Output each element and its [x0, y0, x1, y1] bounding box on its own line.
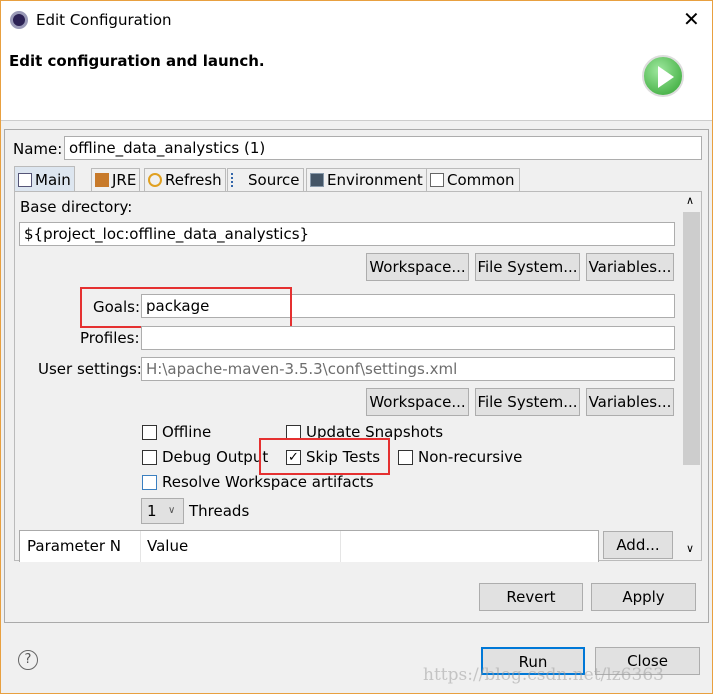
help-icon[interactable]: ? — [18, 650, 38, 670]
environment-icon — [310, 173, 324, 187]
add-parameter-button[interactable]: Add... — [603, 531, 673, 559]
source-icon — [231, 173, 245, 187]
chevron-up-icon[interactable]: ∧ — [686, 194, 694, 207]
vertical-scrollbar[interactable]: ∧ ∨ — [681, 192, 701, 560]
header-title: Edit configuration and launch. — [9, 52, 265, 70]
workspace-button-1[interactable]: Workspace... — [366, 253, 469, 281]
dialog-header: Edit configuration and launch. — [1, 39, 712, 121]
main-tab-icon — [18, 172, 32, 187]
tab-main[interactable]: Main — [14, 166, 75, 192]
profiles-input[interactable] — [141, 326, 675, 350]
variables-button-1[interactable]: Variables... — [586, 253, 674, 281]
parameters-table[interactable]: Parameter N Value — [19, 530, 599, 562]
debug-output-checkbox[interactable]: Debug Output — [142, 448, 268, 466]
threads-select[interactable]: 1 ∨ — [141, 498, 184, 524]
variables-button-2[interactable]: Variables... — [586, 388, 674, 416]
chevron-down-icon[interactable]: ∨ — [686, 542, 694, 555]
window-title: Edit Configuration — [36, 11, 172, 29]
offline-checkbox[interactable]: Offline — [142, 423, 211, 441]
title-bar: Edit Configuration ✕ — [1, 1, 712, 39]
non-recursive-checkbox[interactable]: Non-recursive — [398, 448, 522, 466]
user-settings-input[interactable]: H:\apache-maven-3.5.3\conf\settings.xml — [141, 357, 675, 381]
name-input[interactable]: offline_data_analystics (1) — [64, 136, 702, 160]
revert-button[interactable]: Revert — [479, 583, 583, 611]
file-system-button-1[interactable]: File System... — [475, 253, 580, 281]
name-label: Name: — [13, 140, 63, 158]
tab-refresh[interactable]: Refresh — [144, 168, 226, 191]
chevron-down-icon: ∨ — [168, 505, 176, 516]
watermark: https://blog.csdn.net/lz6363 — [423, 665, 664, 685]
file-system-button-2[interactable]: File System... — [475, 388, 580, 416]
goals-highlight — [80, 287, 292, 328]
common-icon — [430, 173, 444, 187]
run-icon — [642, 55, 684, 97]
base-directory-label: Base directory: — [20, 198, 133, 216]
profiles-label: Profiles: — [80, 329, 140, 347]
tab-environment[interactable]: Environment — [306, 168, 427, 191]
scrollbar-thumb[interactable] — [683, 212, 700, 465]
tab-jre[interactable]: JRE — [91, 168, 141, 191]
tab-source[interactable]: Source — [227, 168, 304, 191]
user-settings-label: User settings: — [38, 360, 142, 378]
apply-button[interactable]: Apply — [591, 583, 696, 611]
resolve-workspace-checkbox[interactable]: Resolve Workspace artifacts — [142, 473, 374, 491]
skip-tests-highlight — [259, 438, 390, 475]
tab-common[interactable]: Common — [426, 168, 520, 191]
workspace-button-2[interactable]: Workspace... — [366, 388, 469, 416]
base-directory-input[interactable]: ${project_loc:offline_data_analystics} — [19, 222, 675, 246]
refresh-icon — [148, 173, 162, 187]
close-icon[interactable]: ✕ — [683, 7, 700, 31]
threads-label: Threads — [189, 502, 250, 520]
jre-icon — [95, 173, 109, 187]
column-header-value[interactable]: Value — [147, 537, 188, 555]
eclipse-icon — [10, 11, 28, 29]
column-header-parameter[interactable]: Parameter N — [27, 537, 121, 555]
